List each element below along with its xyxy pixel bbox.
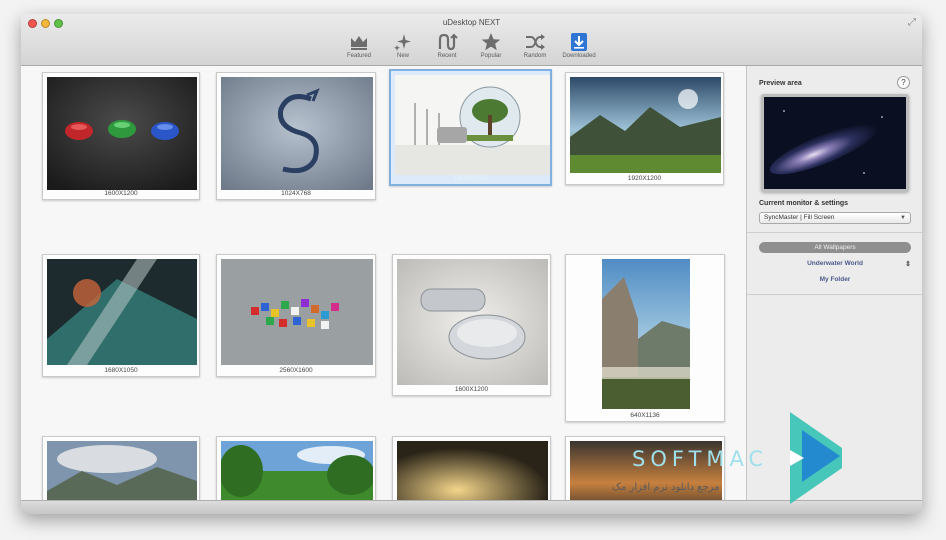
wallpaper-gallery[interactable]: 1600X1200 1024X768 1600X1200 1920X1200 1… [21,66,746,500]
preview-image [761,94,909,192]
stepper-icon[interactable]: ⇕ [905,260,911,268]
shuffle-icon [526,34,545,50]
fullscreen-icon[interactable]: ⤢ [908,17,916,28]
wallpaper-tile[interactable]: 1600X1200 [392,254,551,396]
wallpaper-tile-selected[interactable]: 1600X1200 [389,69,552,186]
wallpaper-thumbnail [397,441,548,500]
monitor-select-value: SyncMaster | Fill Screen [764,214,835,221]
resolution-label: 1600X1200 [104,190,138,197]
random-button[interactable]: Random [515,32,555,59]
preview-area-title: Preview area [759,80,802,87]
wallpaper-thumbnail [47,441,197,500]
wallpaper-tile[interactable]: 640X1136 [565,254,725,422]
featured-label: Featured [346,53,371,59]
toolbar: Featured New Recent Popular Random Downl… [339,32,599,59]
watermark-brand: SOFTMAC [632,447,769,471]
help-button[interactable]: ? [897,76,910,89]
downloaded-button[interactable]: Downloaded [559,32,599,59]
wallpaper-thumbnail [221,259,373,365]
collection-item[interactable]: Underwater World ⇕ [759,260,911,268]
wallpaper-tile[interactable]: 1920X1200 [565,72,724,185]
download-icon [571,33,587,51]
featured-button[interactable]: Featured [339,32,379,59]
sparkle-icon [394,34,411,51]
wallpaper-tile[interactable] [42,436,200,500]
popular-label: Popular [480,53,502,59]
downloaded-label: Downloaded [562,53,596,59]
wallpaper-thumbnail [47,259,197,365]
collection-item-selected[interactable]: All Wallpapers [759,242,911,253]
wallpaper-tile[interactable] [392,436,551,500]
new-button[interactable]: New [383,32,423,59]
new-label: New [396,53,409,59]
chevron-down-icon: ▼ [900,215,906,221]
resolution-label: 1024X768 [281,190,311,197]
recent-button[interactable]: Recent [427,32,467,59]
title-bar: uDesktop NEXT ⤢ Featured New Recent Popu… [21,14,922,66]
wallpaper-tile[interactable]: 1024X768 [216,72,376,200]
wallpaper-thumbnail [395,75,550,175]
collection-item-label: Underwater World [807,260,863,267]
random-label: Random [523,53,547,59]
wallpaper-thumbnail [397,259,548,385]
monitor-settings-title: Current monitor & settings [759,200,849,207]
wallpaper-tile[interactable]: 1680X1050 [42,254,200,377]
recent-icon [438,33,458,51]
popular-button[interactable]: Popular [471,32,511,59]
wallpaper-thumbnail [570,77,721,173]
resolution-label: 1680X1050 [104,367,138,374]
collection-item[interactable]: My Folder [759,276,911,283]
resolution-label: 1600X1200 [454,386,489,393]
resolution-label: 2560X1600 [279,367,313,374]
wallpaper-tile[interactable] [216,436,376,500]
resolution-label: 640X1136 [630,412,660,419]
resolution-label: 1600X1200 [453,175,488,182]
wallpaper-thumbnail [47,77,197,190]
wallpaper-thumbnail [221,441,373,500]
recent-label: Recent [437,53,457,59]
window-title: uDesktop NEXT [442,18,501,27]
divider [747,294,922,295]
wallpaper-thumbnail [602,259,690,409]
wallpaper-thumbnail [221,77,373,190]
star-icon [481,33,501,51]
resolution-label: 1920X1200 [627,175,662,182]
crown-icon [351,36,367,50]
softmac-logo-icon [790,412,842,504]
monitor-select[interactable]: SyncMaster | Fill Screen ▼ [759,212,911,224]
wallpaper-tile[interactable]: 2560X1600 [216,254,376,377]
divider [747,232,922,233]
wallpaper-tile[interactable]: 1600X1200 [42,72,200,200]
watermark-tagline: مرجع دانلود نرم افزار مک [612,482,720,493]
